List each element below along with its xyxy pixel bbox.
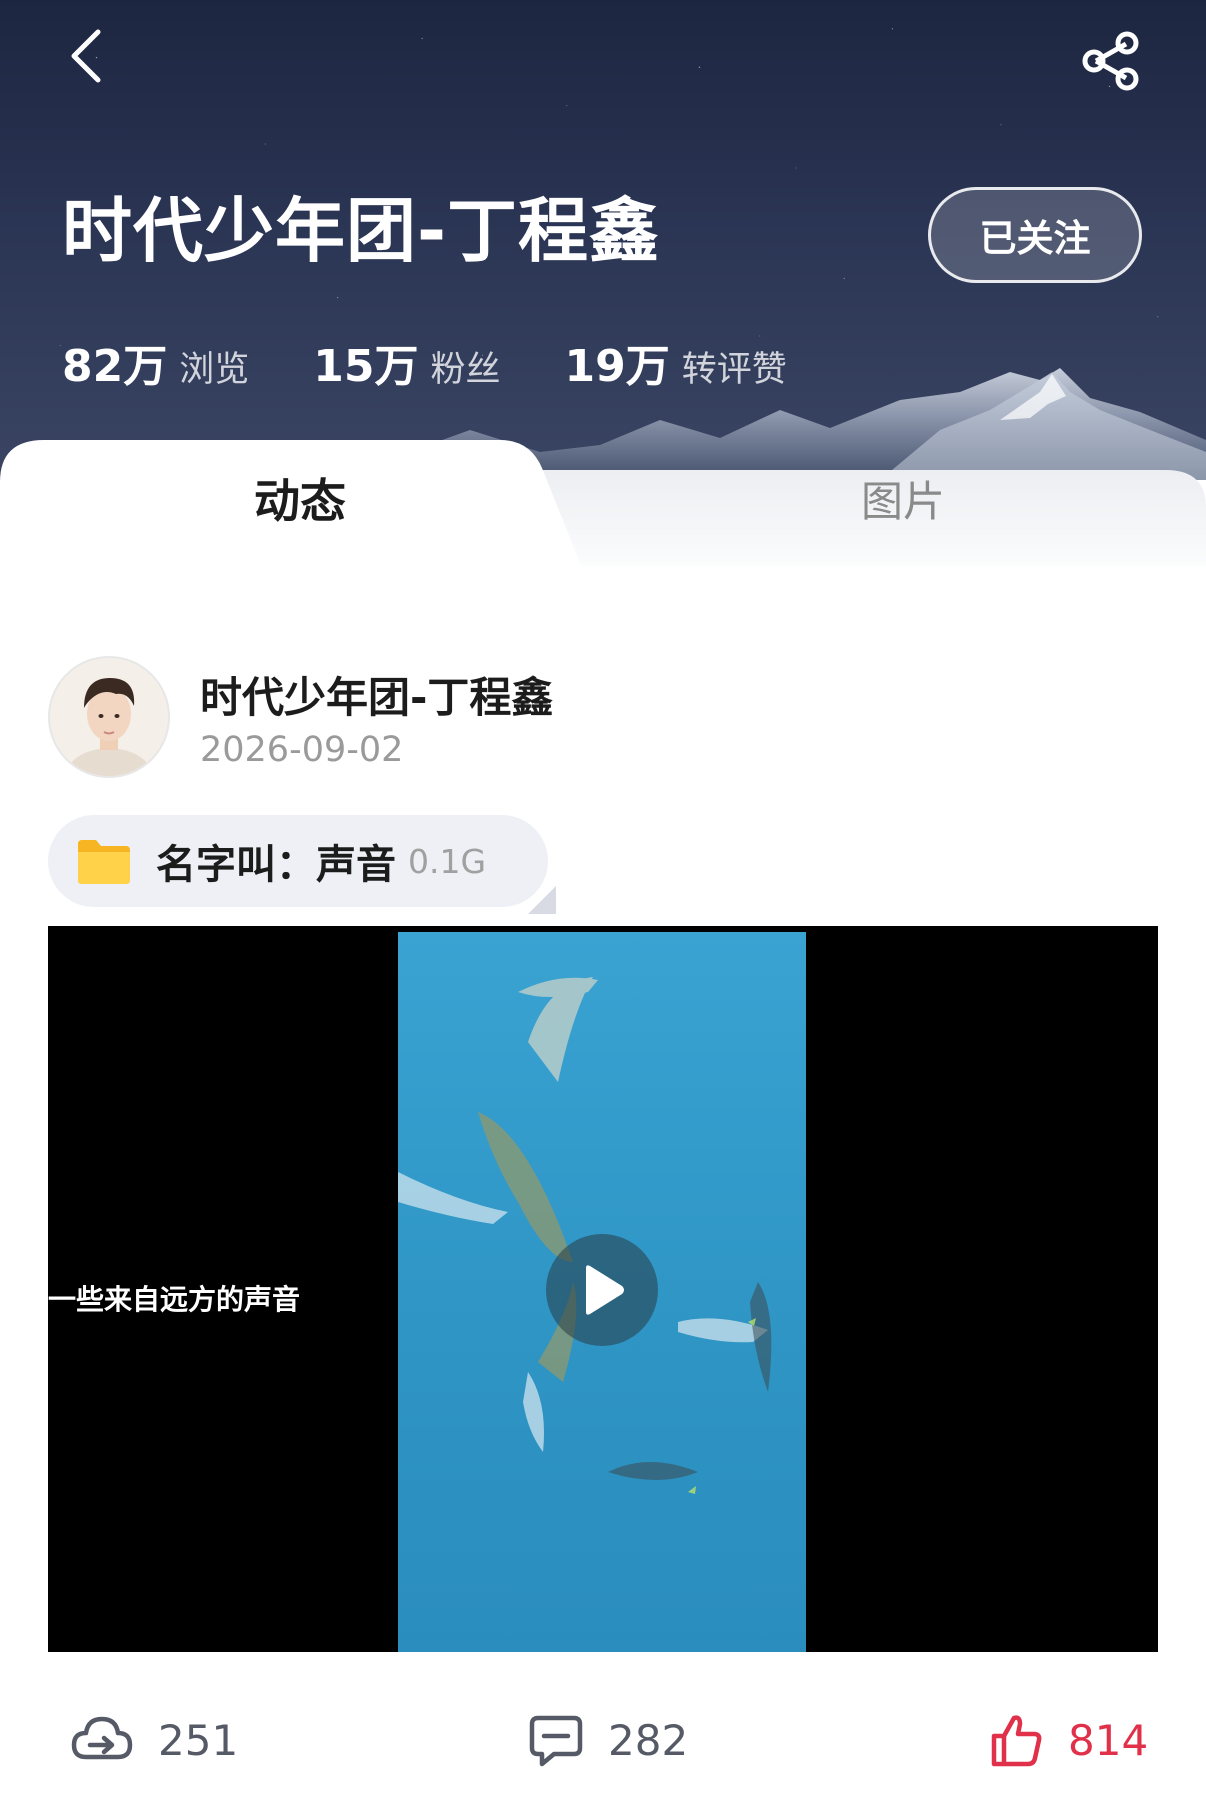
chevron-left-icon — [71, 29, 101, 83]
thumbs-up-icon — [991, 1715, 1042, 1767]
video-caption: 一些来自远方的声音 — [48, 1283, 301, 1316]
file-attachment[interactable]: 名字叫：声音 0.1G — [48, 815, 548, 907]
video-player[interactable]: 一些来自远方的声音 — [48, 926, 1158, 1652]
stat-value: 15万 — [313, 341, 419, 392]
avatar-portrait — [50, 658, 168, 776]
play-icon — [586, 1265, 624, 1315]
profile-stats: 82万 浏览 15万 粉丝 19万 转评赞 — [62, 330, 787, 394]
tab-feed[interactable]: 动态 — [0, 438, 600, 558]
profile-header: 时代少年团-丁程鑫 已关注 82万 浏览 15万 粉丝 19万 转评赞 — [0, 0, 1206, 480]
stat-value: 82万 — [62, 341, 168, 392]
stat-fans: 15万 粉丝 — [313, 330, 500, 394]
share-button[interactable] — [1076, 26, 1146, 96]
tab-photos[interactable]: 图片 — [600, 438, 1206, 558]
post-actions: 251 282 814 — [0, 1700, 1206, 1780]
like-count: 814 — [1068, 1715, 1149, 1765]
stat-value: 19万 — [564, 341, 670, 392]
author-name[interactable]: 时代少年团-丁程鑫 — [200, 664, 553, 725]
share-action-button[interactable]: 251 — [70, 1700, 238, 1780]
share-count: 251 — [158, 1715, 239, 1765]
file-name: 名字叫：声音 — [156, 842, 396, 888]
share-nodes-icon — [1082, 31, 1139, 91]
comment-count: 282 — [608, 1715, 689, 1765]
stat-label: 浏览 — [179, 350, 250, 390]
follow-button[interactable]: 已关注 — [928, 187, 1142, 283]
folder-icon — [74, 836, 134, 886]
stat-engagement: 19万 转评赞 — [565, 330, 787, 394]
comment-icon — [529, 1715, 583, 1767]
stat-views: 82万 浏览 — [62, 330, 249, 394]
page-title: 时代少年团-丁程鑫 — [62, 190, 661, 272]
file-size: 0.1G — [408, 841, 487, 881]
back-button[interactable] — [58, 24, 114, 88]
cloud-share-icon — [71, 1716, 133, 1760]
like-action-button[interactable]: 814 — [988, 1700, 1148, 1780]
comment-action-button[interactable]: 282 — [528, 1700, 688, 1780]
stat-label: 转评赞 — [681, 350, 787, 390]
stat-label: 粉丝 — [430, 350, 501, 390]
post-date: 2026-09-02 — [200, 730, 404, 770]
chip-corner-decoration — [528, 886, 556, 914]
play-button[interactable] — [546, 1234, 658, 1346]
tab-bar: 动态 图片 — [0, 438, 1206, 588]
author-avatar[interactable] — [48, 656, 170, 778]
